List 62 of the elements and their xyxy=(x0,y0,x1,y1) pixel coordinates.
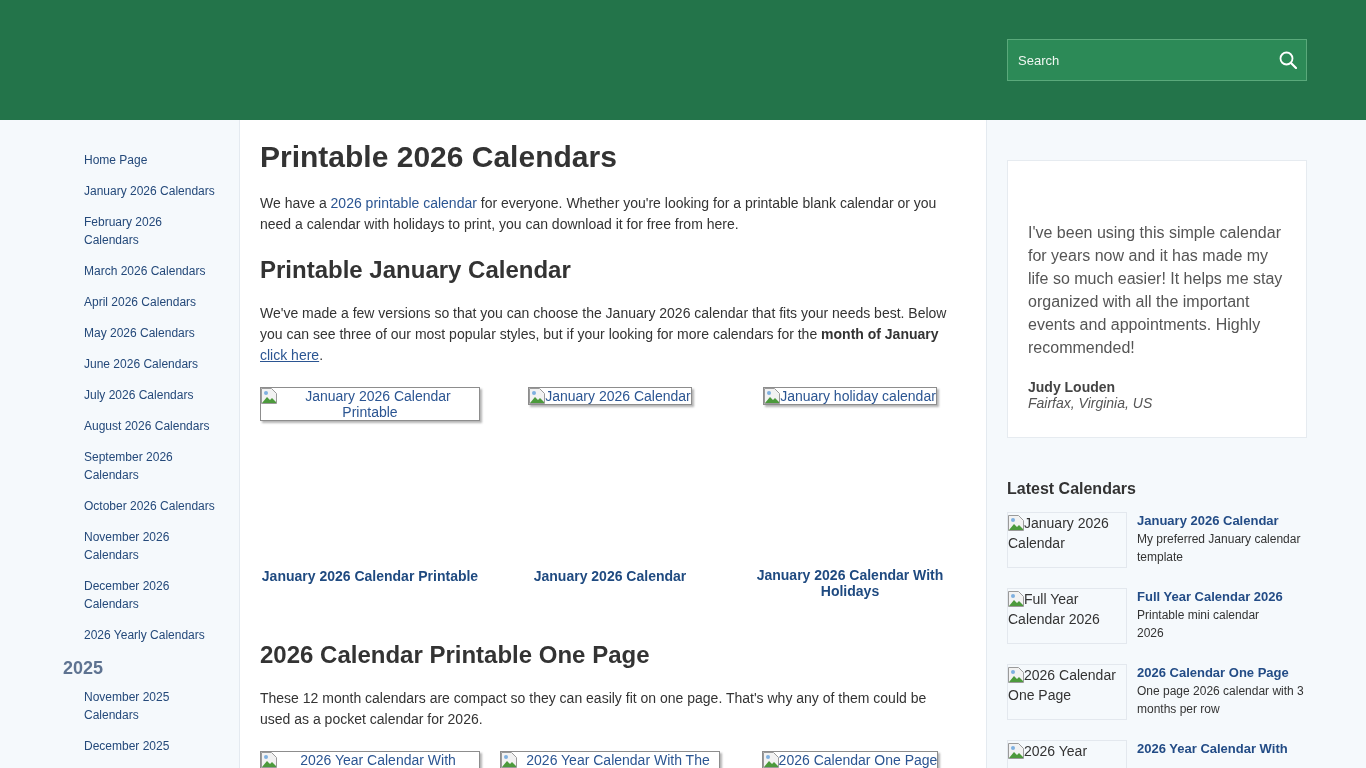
search-icon xyxy=(1279,51,1297,69)
latest-title-link[interactable]: January 2026 Calendar xyxy=(1137,512,1307,530)
broken-image-icon xyxy=(762,752,779,768)
page-title: Printable 2026 Calendars xyxy=(260,140,618,174)
section-heading: 2026 Calendar Printable One Page xyxy=(260,640,651,669)
search-button[interactable] xyxy=(1279,51,1297,69)
sidebar-link[interactable]: November 2026 Calendars xyxy=(84,528,217,564)
section-paragraph: These 12 month calendars are compact so they can easily fit on one page. That's why any of them could be used as a pocket calendar for 2026. xyxy=(260,689,928,729)
year-heading: 2025 xyxy=(63,657,104,679)
broken-image-icon xyxy=(1008,667,1024,683)
latest-title-link[interactable]: 2026 Year Calendar With xyxy=(1137,740,1307,758)
image-link[interactable]: January 2026 Calendar xyxy=(528,387,692,405)
latest-title-link[interactable]: Full Year Calendar 2026 xyxy=(1137,588,1307,606)
image-caption-link[interactable]: January 2026 Calendar Printable xyxy=(261,568,479,584)
sidebar-link[interactable]: 2026 Yearly Calendars xyxy=(84,626,217,644)
sidebar-link[interactable]: February 2026 Calendars xyxy=(84,213,217,249)
sidebar-link[interactable]: December 2026 Calendars xyxy=(84,577,217,613)
image-link[interactable]: January holiday calendar xyxy=(763,387,937,405)
broken-image-icon xyxy=(261,388,277,404)
image-link[interactable]: January 2026 Calendar Printable xyxy=(260,387,480,421)
image-caption-link[interactable]: January 2026 Calendar xyxy=(533,568,687,584)
thumbnail-link[interactable]: 2026 Calendar One Page xyxy=(1007,664,1127,720)
sidebar-link[interactable]: March 2026 Calendars xyxy=(84,262,217,280)
image-link[interactable]: 2026 Calendar One Page xyxy=(761,751,939,768)
sidebar-link[interactable]: October 2026 Calendars xyxy=(84,497,217,515)
sidebar-link[interactable]: September 2026 Calendars xyxy=(84,448,217,484)
intro-paragraph: We have a 2026 printable calendar for everyone. Whether you're looking for a printable blank calendar or you need a calendar with holidays to print, you can download it for free from here. xyxy=(260,194,938,234)
latest-description: My preferred January calendar template xyxy=(1137,531,1302,566)
broken-image-icon xyxy=(261,752,277,768)
text-link[interactable]: 2026 printable calendar xyxy=(330,195,477,211)
section-paragraph: We've made a few versions so that you can choose the January 2026 calendar that fits your needs best. Below you can see three of our most popular styles, but if your looking for more calendars for the month of January click here. xyxy=(260,304,948,365)
latest-heading: Latest Calendars xyxy=(1007,479,1137,499)
latest-description: One page 2026 calendar with 3 months per row xyxy=(1137,683,1305,718)
latest-title-link[interactable]: 2026 Calendar One Page xyxy=(1137,664,1307,682)
image-caption-link[interactable]: January 2026 Calendar With Holidays xyxy=(740,567,960,599)
sidebar-link[interactable]: April 2026 Calendars xyxy=(84,293,217,311)
testimonial-author: Judy Louden xyxy=(1028,379,1117,395)
broken-image-icon xyxy=(1008,591,1024,607)
image-link[interactable]: 2026 Year Calendar With The xyxy=(500,751,720,768)
sidebar-link[interactable]: August 2026 Calendars xyxy=(84,417,217,435)
sidebar-link[interactable]: November 2025 Calendars xyxy=(84,688,217,724)
thumbnail-link[interactable]: 2026 Year xyxy=(1007,740,1127,768)
testimonial-location: Fairfax, Virginia, US xyxy=(1028,395,1154,411)
sidebar-link[interactable]: May 2026 Calendars xyxy=(84,324,217,342)
thumbnail-link[interactable]: Full Year Calendar 2026 xyxy=(1007,588,1127,644)
broken-image-icon xyxy=(764,388,781,404)
section-heading: Printable January Calendar xyxy=(260,255,572,284)
sidebar-link[interactable]: Home Page xyxy=(84,151,217,169)
sidebar-link[interactable]: July 2026 Calendars xyxy=(84,386,217,404)
image-link[interactable]: 2026 Year Calendar With xyxy=(260,751,480,768)
broken-image-icon xyxy=(1008,515,1024,531)
latest-description: Printable mini calendar 2026 xyxy=(1137,607,1261,642)
testimonial-quote: I've been using this simple calendar for years now and it has made my life so much easier! It helps me stay organized with all the important events and appointments. Highly recommended! xyxy=(1028,223,1284,358)
broken-image-icon xyxy=(1008,743,1024,759)
sidebar-link[interactable]: January 2026 Calendars xyxy=(84,182,217,200)
thumbnail-link[interactable]: January 2026 Calendar xyxy=(1007,512,1127,568)
broken-image-icon xyxy=(529,388,546,404)
sidebar-link[interactable]: December 2025 xyxy=(84,737,217,755)
broken-image-icon xyxy=(501,752,517,768)
text-link[interactable]: click here xyxy=(260,347,320,363)
search-field[interactable]: Search xyxy=(1007,39,1307,81)
sidebar-link[interactable]: June 2026 Calendars xyxy=(84,355,217,373)
